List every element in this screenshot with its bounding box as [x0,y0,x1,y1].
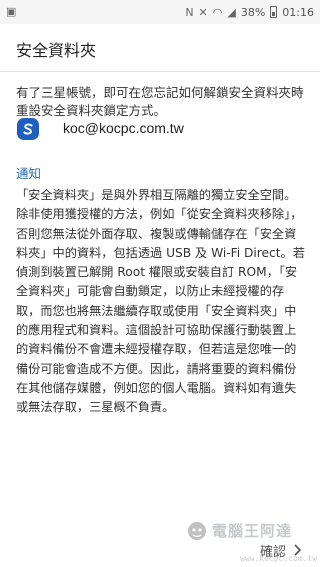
samsung-account-icon [17,118,39,140]
watermark-text: 電腦王阿達 [212,522,293,540]
signal-icon: ◢ [227,5,236,19]
confirm-label: 確認 [259,544,286,560]
battery-icon [270,6,278,18]
status-bar: ▣ N ✕ ◠ ◢ 38% 01:16 [0,0,320,24]
status-right: N ✕ ◠ ◢ 38% 01:16 [185,4,314,20]
account-row[interactable]: koc@kocpc.com.tw [16,118,306,144]
battery-percent: 38% [240,5,266,19]
wifi-icon: ◠ [212,5,223,19]
intro-text: 有了三星帳號，即可在您忘記如何解鎖安全資料夾時重設安全資料夾鎖定方式。 [16,85,304,118]
mute-icon: ✕ [198,5,208,19]
clock: 01:16 [282,5,314,19]
status-left-icons: ▣ [6,4,16,18]
title-bar: 安全資料夾 [0,24,320,72]
confirm-button[interactable]: 確認 [260,540,302,560]
notice-body: 「安全資料夾」是與外界相互隔離的獨立安全空間。除非使用獲授權的方法，例如「從安全… [16,188,305,415]
page-title: 安全資料夾 [16,41,97,60]
account-email: koc@kocpc.com.tw [63,120,184,136]
chevron-right-icon [294,544,302,556]
s-logo-glyph [23,123,33,135]
nfc-icon: N [185,5,194,19]
image-notification-icon: ▣ [6,5,17,18]
notice-heading: 通知 [16,166,42,181]
watermark-logo-icon [188,522,206,540]
